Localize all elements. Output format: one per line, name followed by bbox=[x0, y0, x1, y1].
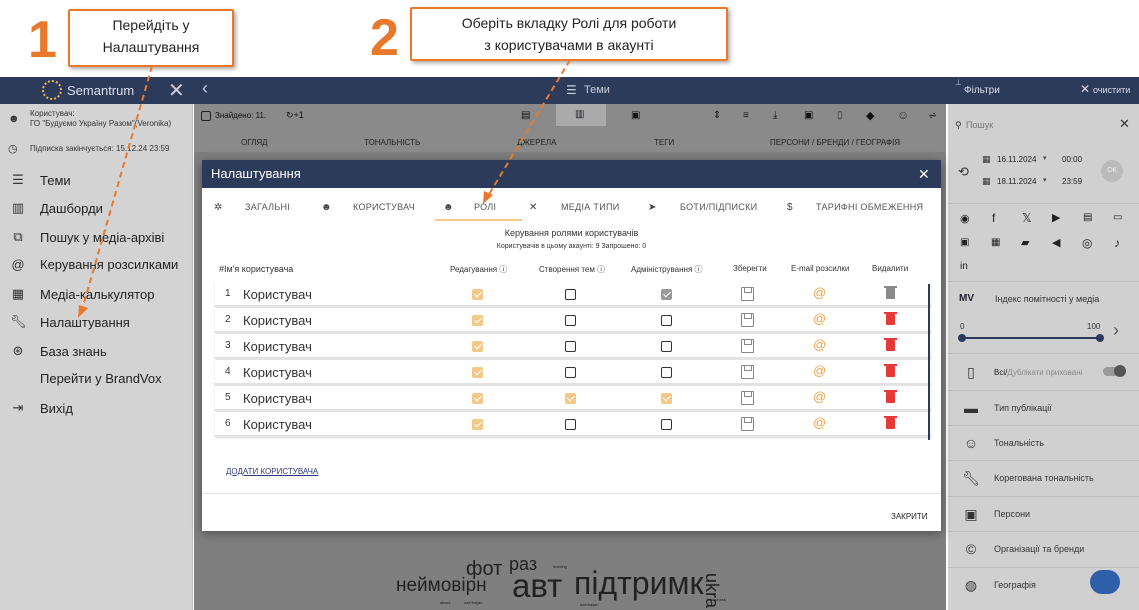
annotation-arrows bbox=[78, 59, 571, 318]
arrow-2-line bbox=[487, 59, 571, 197]
arrow-2-head bbox=[483, 191, 493, 204]
arrow-1-line bbox=[81, 65, 153, 311]
arrow-1-head bbox=[78, 305, 88, 318]
